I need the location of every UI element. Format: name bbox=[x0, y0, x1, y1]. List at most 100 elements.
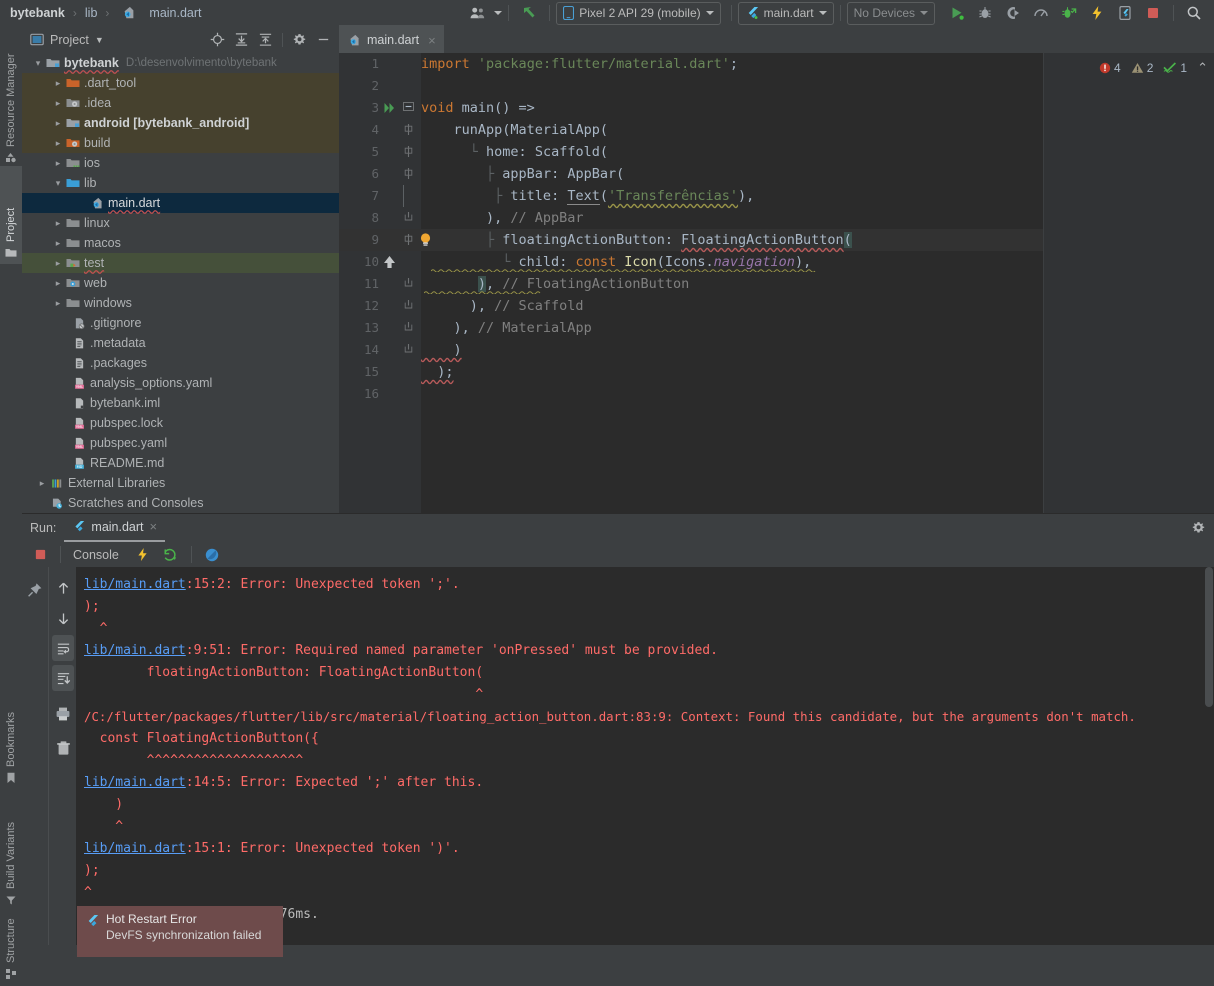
people-caret-icon[interactable] bbox=[494, 11, 503, 15]
fold-open-icon[interactable] bbox=[403, 102, 414, 113]
tree-row-analysis-options[interactable]: YML analysis_options.yaml bbox=[22, 373, 339, 393]
run-configuration-selector[interactable]: main.dart bbox=[737, 1, 834, 25]
chevron-right-icon[interactable]: ▸ bbox=[52, 138, 64, 149]
console-line[interactable]: lib/main.dart:15:2: Error: Unexpected to… bbox=[76, 574, 1214, 596]
chevron-right-icon[interactable]: ▸ bbox=[52, 278, 64, 289]
fold-close-icon[interactable] bbox=[403, 212, 414, 223]
console-output[interactable]: lib/main.dart:15:2: Error: Unexpected to… bbox=[76, 567, 1214, 945]
clear-all-button[interactable] bbox=[49, 735, 77, 761]
chevron-down-icon[interactable]: ▾ bbox=[52, 178, 64, 189]
breadcrumb-item-file[interactable]: main.dart bbox=[147, 6, 203, 20]
gear-icon[interactable] bbox=[1191, 520, 1214, 535]
tree-row-android[interactable]: ▸ android [bytebank_android] bbox=[22, 113, 339, 133]
debug-button[interactable] bbox=[971, 2, 999, 24]
sidebar-item-structure[interactable]: Structure bbox=[0, 896, 22, 986]
chevron-right-icon[interactable]: ▸ bbox=[52, 218, 64, 229]
console-line[interactable]: lib/main.dart:14:5: Error: Expected ';' … bbox=[76, 772, 1214, 794]
close-icon[interactable]: × bbox=[150, 519, 158, 534]
tree-row-bytebank[interactable]: ▾ bytebank D:\desenvolvimento\bytebank bbox=[22, 53, 339, 73]
run-gutter-icon[interactable] bbox=[383, 101, 397, 115]
file-link[interactable]: lib/main.dart bbox=[84, 577, 186, 592]
pin-tab-button[interactable] bbox=[22, 577, 48, 603]
tree-row-bytebank-iml[interactable]: bytebank.iml bbox=[22, 393, 339, 413]
chevron-down-icon[interactable]: ▼ bbox=[95, 35, 104, 45]
flutter-inspector-button[interactable] bbox=[200, 547, 224, 563]
editor-body[interactable]: 1 import 'package:flutter/material.dart'… bbox=[339, 53, 1214, 513]
tree-row-idea[interactable]: ▸ .idea bbox=[22, 93, 339, 113]
console-scrollbar-thumb[interactable] bbox=[1205, 567, 1213, 707]
error-count-badge[interactable]: 4 bbox=[1099, 61, 1121, 75]
fold-close-icon[interactable] bbox=[403, 300, 414, 311]
previous-occurrence-button[interactable] bbox=[49, 575, 77, 601]
minus-icon[interactable] bbox=[316, 32, 333, 47]
hot-restart-button[interactable] bbox=[154, 547, 183, 562]
collapse-inspections-icon[interactable]: ⌃ bbox=[1197, 60, 1208, 76]
tree-row-ios[interactable]: ▸ ios bbox=[22, 153, 339, 173]
tab-main-dart[interactable]: main.dart × bbox=[339, 25, 444, 53]
no-devices-selector[interactable]: No Devices bbox=[846, 1, 935, 25]
stop-button[interactable] bbox=[28, 548, 52, 561]
tree-row-linux[interactable]: ▸ linux bbox=[22, 213, 339, 233]
chevron-right-icon[interactable]: ▸ bbox=[52, 78, 64, 89]
chevron-right-icon[interactable]: ▸ bbox=[52, 238, 64, 249]
tree-row-build[interactable]: ▸ build bbox=[22, 133, 339, 153]
collapse-all-icon[interactable] bbox=[258, 32, 273, 47]
chevron-down-icon[interactable]: ▾ bbox=[32, 58, 44, 69]
green-arrow-icon[interactable] bbox=[515, 2, 543, 24]
gear-icon[interactable] bbox=[292, 32, 307, 47]
tree-row-macos[interactable]: ▸ macos bbox=[22, 233, 339, 253]
tree-row-web[interactable]: ▸ web bbox=[22, 273, 339, 293]
tree-row-gitignore[interactable]: .gitignore bbox=[22, 313, 339, 333]
sidebar-item-build-variants[interactable]: Build Variants bbox=[0, 788, 22, 912]
tree-row-pubspec-yaml[interactable]: YML pubspec.yaml bbox=[22, 433, 339, 453]
run-button[interactable] bbox=[943, 2, 971, 24]
sidebar-item-project[interactable]: Project bbox=[0, 166, 22, 264]
tree-row-scratches-consoles[interactable]: Scratches and Consoles bbox=[22, 493, 339, 513]
notification-balloon[interactable]: Hot Restart Error DevFS synchronization … bbox=[77, 906, 283, 957]
soft-wrap-button[interactable] bbox=[52, 635, 74, 661]
console-line[interactable]: lib/main.dart:9:51: Error: Required name… bbox=[76, 640, 1214, 662]
breadcrumb-item-project[interactable]: bytebank bbox=[8, 6, 67, 20]
profile-button[interactable] bbox=[1027, 2, 1055, 24]
expand-all-icon[interactable] bbox=[234, 32, 249, 47]
project-tree[interactable]: ▾ bytebank D:\desenvolvimento\bytebank ▸… bbox=[22, 53, 339, 513]
attach-debugger-button[interactable] bbox=[1055, 2, 1083, 24]
people-icon[interactable] bbox=[464, 2, 492, 24]
chevron-right-icon[interactable]: ▸ bbox=[52, 158, 64, 169]
typo-count-badge[interactable]: 1 bbox=[1163, 61, 1187, 75]
hot-reload-button[interactable] bbox=[1083, 2, 1111, 24]
stop-button[interactable] bbox=[1139, 2, 1167, 24]
fold-close-icon[interactable] bbox=[403, 278, 414, 289]
tree-row-main-dart[interactable]: main.dart bbox=[22, 193, 339, 213]
run-with-coverage-button[interactable] bbox=[999, 2, 1027, 24]
sidebar-item-resource-manager[interactable]: Resource Manager bbox=[0, 30, 22, 170]
print-button[interactable] bbox=[49, 701, 77, 727]
tree-row-dart-tool[interactable]: ▸ .dart_tool bbox=[22, 73, 339, 93]
fold-marker-icon[interactable] bbox=[403, 146, 414, 157]
tree-row-pubspec-lock[interactable]: YML pubspec.lock bbox=[22, 413, 339, 433]
chevron-right-icon[interactable]: ▸ bbox=[52, 98, 64, 109]
scroll-to-end-button[interactable] bbox=[52, 665, 74, 691]
next-occurrence-button[interactable] bbox=[49, 605, 77, 631]
tree-row-lib[interactable]: ▾ lib bbox=[22, 173, 339, 193]
chevron-right-icon[interactable]: ▸ bbox=[52, 118, 64, 129]
fold-marker-icon[interactable] bbox=[403, 234, 414, 245]
sidebar-item-bookmarks[interactable]: Bookmarks bbox=[0, 686, 22, 790]
chevron-right-icon[interactable]: ▸ bbox=[52, 258, 64, 269]
hot-reload-button[interactable] bbox=[123, 547, 154, 562]
tree-row-external-libraries[interactable]: ▸ External Libraries bbox=[22, 473, 339, 493]
inspection-widget[interactable]: 4 2 1 ⌃ bbox=[1044, 53, 1214, 78]
file-link[interactable]: lib/main.dart bbox=[84, 775, 186, 790]
device-selector[interactable]: Pixel 2 API 29 (mobile) bbox=[556, 1, 721, 25]
warning-count-badge[interactable]: 2 bbox=[1131, 61, 1153, 75]
file-link[interactable]: lib/main.dart bbox=[84, 841, 186, 856]
devtools-button[interactable] bbox=[1111, 2, 1139, 24]
tree-row-readme[interactable]: MD README.md bbox=[22, 453, 339, 473]
chevron-right-icon[interactable]: ▸ bbox=[52, 298, 64, 309]
console-line[interactable]: lib/main.dart:15:1: Error: Unexpected to… bbox=[76, 838, 1214, 860]
run-tab-main-dart[interactable]: main.dart × bbox=[64, 514, 166, 542]
up-arrow-gutter-icon[interactable] bbox=[383, 255, 396, 269]
tree-row-metadata[interactable]: .metadata bbox=[22, 333, 339, 353]
fold-marker-icon[interactable] bbox=[403, 168, 414, 179]
console-scrollbar[interactable] bbox=[1204, 567, 1214, 945]
